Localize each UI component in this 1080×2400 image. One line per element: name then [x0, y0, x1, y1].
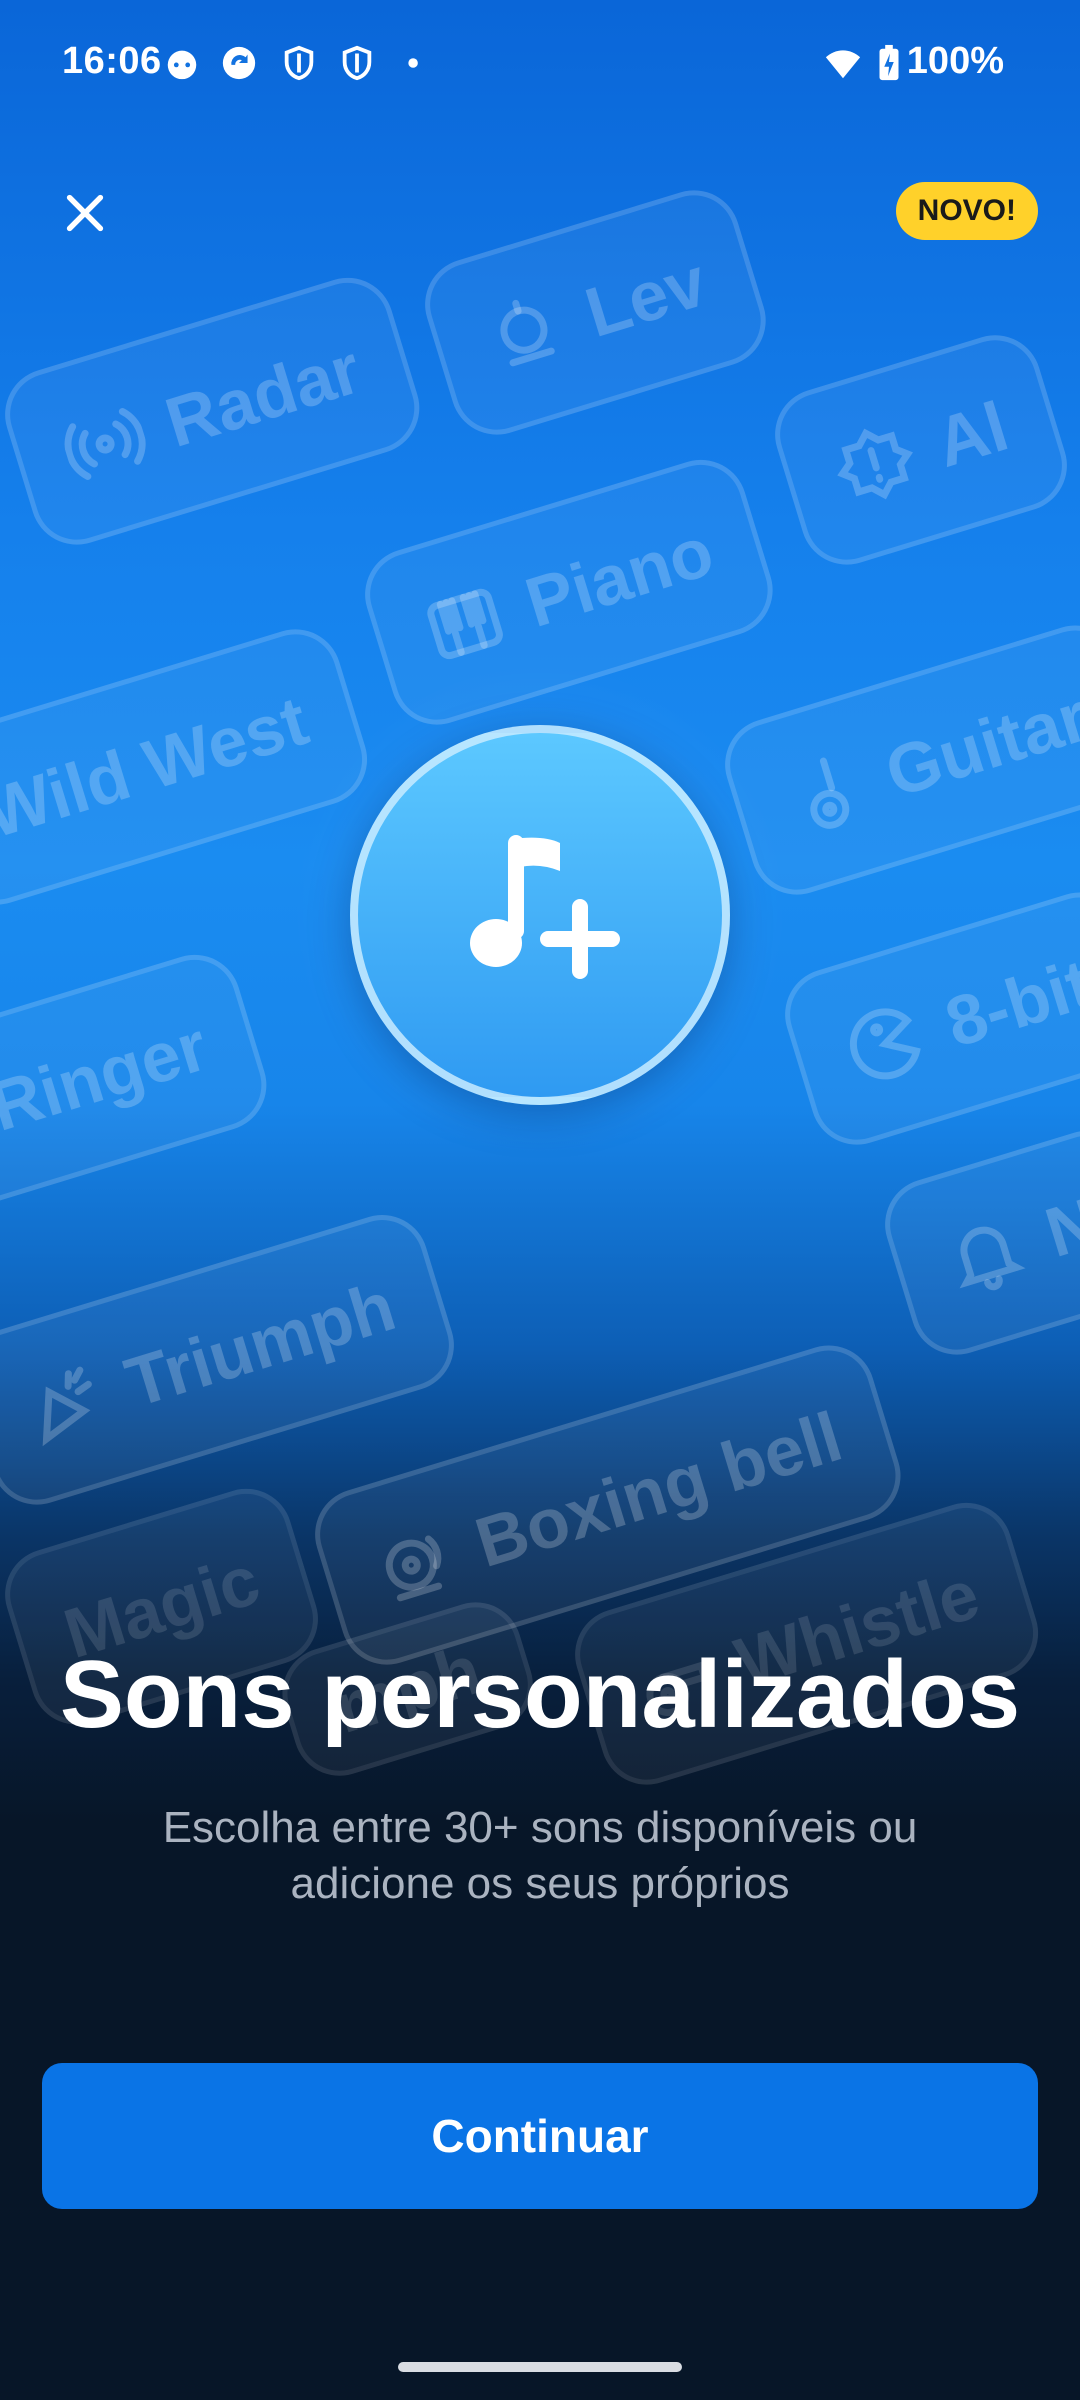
chip-label: Triumph [116, 1266, 404, 1422]
chip-label: Wild West [0, 681, 317, 853]
page-title: Sons personalizados [59, 1641, 1021, 1748]
pacman-icon [849, 1008, 921, 1080]
shield-icon [342, 45, 372, 81]
continue-button-label: Continuar [431, 2110, 649, 2162]
chip-label: Guitar [876, 677, 1080, 812]
chip-label: Al [926, 386, 1017, 482]
hero-circle [350, 725, 730, 1105]
chip-label: e Ringer [0, 1006, 217, 1162]
wifi-icon [825, 50, 861, 79]
continue-button[interactable]: Continuar [42, 2063, 1038, 2209]
chip-ringer: e Ringer [0, 943, 278, 1227]
sync-app-icon [222, 46, 256, 80]
guitar-icon [810, 757, 850, 829]
close-button[interactable] [50, 178, 120, 248]
piano-icon [427, 588, 503, 660]
page-subtitle: Escolha entre 30+ sons disponíveis ou ad… [162, 1803, 918, 1908]
close-icon [66, 194, 104, 232]
battery-percentage: 100% [906, 40, 1004, 82]
bell-icon [959, 1226, 1026, 1291]
battery-charging-icon [879, 44, 899, 81]
chip-label: Lev [576, 242, 715, 352]
chip-label: N [1036, 1182, 1080, 1272]
bell-icon [500, 299, 555, 367]
chip-radar: Radar [0, 266, 432, 557]
cat-face-icon [167, 50, 197, 80]
chip-triumph: Triumph [0, 1203, 466, 1517]
dot-icon [408, 58, 418, 68]
new-badge: NOVO! [895, 182, 1038, 240]
status-time: 16:06 [62, 40, 162, 82]
boxing-bell-icon [385, 1535, 443, 1602]
chip-label: Radar [156, 329, 370, 462]
chip-label: Piano [516, 511, 722, 642]
shield-icon [284, 45, 314, 81]
party-horn-icon [42, 1366, 92, 1447]
chip-lev: Lev [413, 179, 777, 447]
chip-label: 8-bit [936, 944, 1080, 1062]
chip-n: N [873, 1119, 1080, 1367]
status-bar: 16:06 100% [0, 0, 1080, 128]
music-note-add-icon [470, 835, 620, 979]
chip-8bit: 8-bit [773, 881, 1080, 1157]
radar-icon [64, 408, 146, 480]
chip-al: Al [763, 323, 1079, 577]
onboarding-screen: Radar Lev Al Piano Wild West Guitar Ring… [0, 0, 1080, 2400]
alert-badge-icon [837, 428, 913, 500]
home-indicator[interactable] [398, 2362, 682, 2372]
